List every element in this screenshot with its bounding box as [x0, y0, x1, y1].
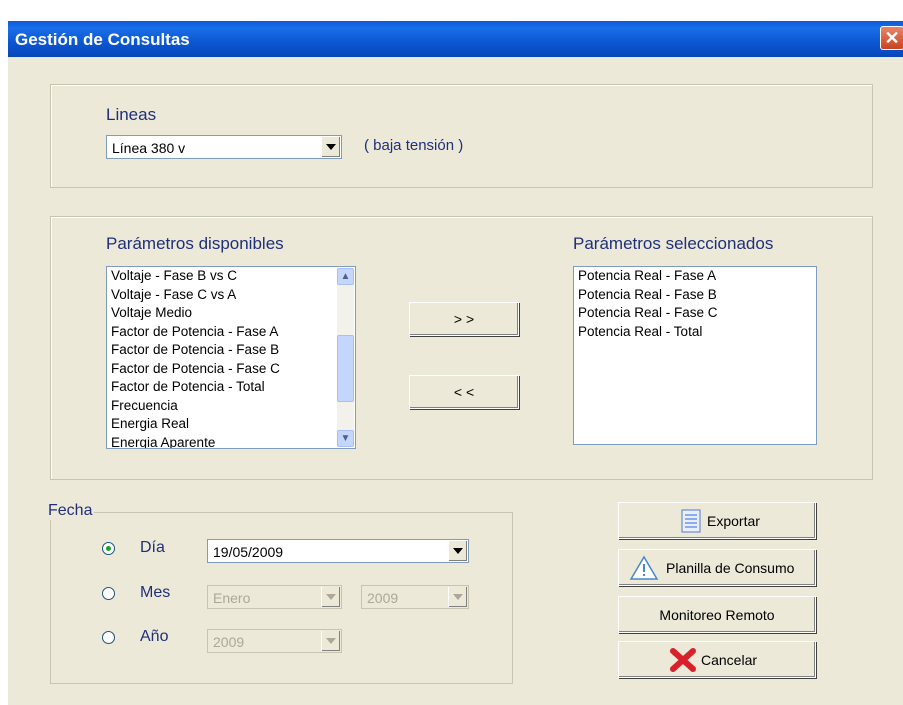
- list-item[interactable]: Voltaje - Fase B vs C: [107, 267, 355, 286]
- chevron-up-icon: ▲: [340, 271, 351, 282]
- document-icon: [681, 509, 701, 533]
- list-item[interactable]: Voltaje Medio: [107, 304, 355, 323]
- radio-anio[interactable]: [102, 631, 115, 644]
- cancelar-label: Cancelar: [701, 652, 758, 668]
- list-item[interactable]: Potencia Real - Fase A: [574, 267, 816, 286]
- remove-parameter-button[interactable]: < <: [409, 375, 519, 409]
- anio-dropdown-button[interactable]: [321, 631, 340, 651]
- close-icon: ✕: [884, 28, 900, 48]
- mes-dropdown-button[interactable]: [321, 587, 340, 607]
- list-item[interactable]: Energia Aparente: [107, 434, 355, 449]
- selected-label: Parámetros seleccionados: [573, 234, 774, 253]
- chevron-down-icon: ▼: [340, 433, 351, 444]
- parametros-panel: Parámetros disponibles Parámetros selecc…: [50, 216, 873, 480]
- list-item[interactable]: Energia Real: [107, 415, 355, 434]
- list-item[interactable]: Factor de Potencia - Fase A: [107, 323, 355, 342]
- list-item[interactable]: Potencia Real - Fase C: [574, 304, 816, 323]
- anio-select[interactable]: 2009: [207, 629, 342, 653]
- mes-year-dropdown-button[interactable]: [448, 587, 467, 607]
- lineas-label: Lineas: [106, 105, 157, 124]
- dialog-window: Gestión de Consultas ✕ Lineas Línea 380 …: [8, 21, 903, 705]
- scroll-up-button[interactable]: ▲: [337, 268, 354, 285]
- dia-date-picker[interactable]: 19/05/2009: [207, 539, 469, 563]
- mes-year-value: 2009: [367, 590, 399, 606]
- monitoreo-button[interactable]: Monitoreo Remoto: [618, 596, 816, 633]
- anio-select-value: 2009: [213, 634, 245, 650]
- lineas-panel: Lineas Línea 380 v ( baja tensión ): [50, 84, 873, 188]
- list-item[interactable]: Potencia Real - Fase B: [574, 286, 816, 305]
- mes-year-select[interactable]: 2009: [361, 585, 469, 609]
- window-title: Gestión de Consultas: [15, 30, 190, 49]
- list-item[interactable]: Factor de Potencia - Total: [107, 378, 355, 397]
- red-x-icon: [670, 648, 696, 672]
- lineas-select[interactable]: Línea 380 v: [106, 135, 342, 159]
- cancelar-button[interactable]: Cancelar: [618, 641, 816, 678]
- exportar-button[interactable]: Exportar: [618, 502, 816, 539]
- chevron-down-icon: [453, 548, 463, 554]
- vertical-scrollbar[interactable]: ▲ ▼: [337, 268, 354, 447]
- list-item[interactable]: Voltaje - Fase C vs A: [107, 286, 355, 305]
- warning-icon: [629, 555, 659, 580]
- mes-select[interactable]: Enero: [207, 585, 342, 609]
- list-item[interactable]: Frecuencia: [107, 397, 355, 416]
- monitoreo-label: Monitoreo Remoto: [659, 607, 775, 623]
- remove-parameter-label: < <: [453, 384, 475, 400]
- selected-parameters-list[interactable]: Potencia Real - Fase A Potencia Real - Fa…: [573, 266, 817, 445]
- fecha-legend: Fecha: [46, 502, 95, 520]
- mes-select-value: Enero: [213, 590, 251, 606]
- add-parameter-label: > >: [453, 311, 475, 327]
- mes-label: Mes: [140, 584, 171, 601]
- dia-date-value: 19/05/2009: [213, 544, 284, 560]
- chevron-down-icon: [326, 144, 336, 150]
- available-label: Parámetros disponibles: [106, 234, 284, 253]
- radio-dia[interactable]: [102, 542, 115, 555]
- planilla-button[interactable]: Planilla de Consumo: [618, 549, 816, 586]
- dia-label: Día: [140, 539, 165, 556]
- list-item[interactable]: Factor de Potencia - Fase B: [107, 341, 355, 360]
- lineas-note: ( baja tensión ): [364, 137, 464, 154]
- title-bar[interactable]: Gestión de Consultas ✕: [8, 21, 903, 57]
- dia-dropdown-button[interactable]: [448, 541, 467, 561]
- list-item[interactable]: Factor de Potencia - Fase C: [107, 360, 355, 379]
- radio-mes[interactable]: [102, 587, 115, 600]
- chevron-down-icon: [326, 638, 336, 644]
- chevron-down-icon: [326, 594, 336, 600]
- lineas-select-value: Línea 380 v: [112, 140, 186, 156]
- chevron-down-icon: [453, 594, 463, 600]
- close-button[interactable]: ✕: [880, 26, 903, 50]
- exportar-label: Exportar: [707, 513, 760, 529]
- anio-label: Año: [140, 628, 169, 645]
- lineas-dropdown-button[interactable]: [321, 137, 340, 157]
- available-parameters-list[interactable]: Voltaje - Fase B vs C Voltaje - Fase C vs…: [106, 266, 356, 449]
- scroll-down-button[interactable]: ▼: [337, 430, 354, 447]
- planilla-label: Planilla de Consumo: [666, 560, 795, 576]
- list-item[interactable]: Potencia Real - Total: [574, 323, 816, 342]
- scroll-thumb[interactable]: [337, 335, 354, 402]
- add-parameter-button[interactable]: > >: [409, 302, 519, 336]
